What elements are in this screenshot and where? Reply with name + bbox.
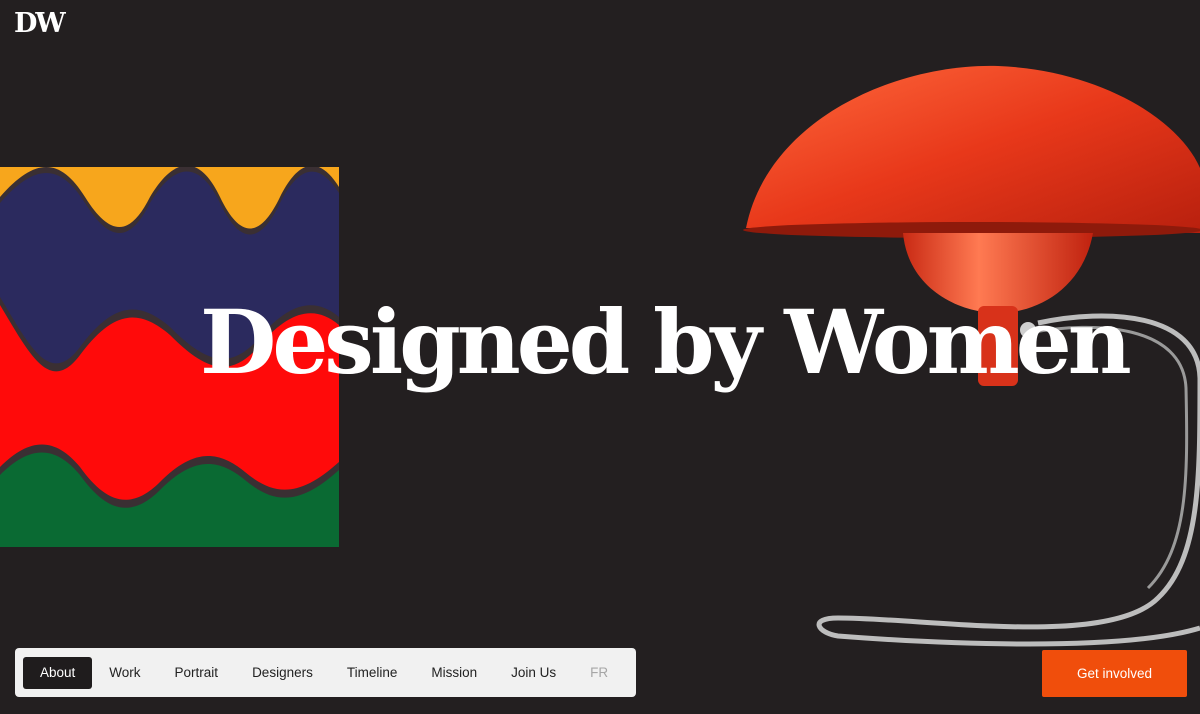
nav-item-timeline[interactable]: Timeline (330, 657, 415, 689)
nav-item-about[interactable]: About (23, 656, 93, 689)
logo[interactable]: DW (14, 10, 66, 37)
get-involved-button[interactable]: Get involved (1042, 650, 1187, 697)
page: DW Designed by Women About Work Portrait… (0, 0, 1200, 714)
main-nav: About Work Portrait Designers Timeline M… (15, 648, 636, 697)
nav-item-designers[interactable]: Designers (235, 657, 330, 689)
nav-item-mission[interactable]: Mission (414, 657, 494, 689)
nav-item-work[interactable]: Work (92, 657, 157, 689)
nav-item-portrait[interactable]: Portrait (158, 657, 236, 689)
hero-title: Designed by Women (200, 290, 1132, 394)
nav-item-join-us[interactable]: Join Us (494, 657, 573, 689)
language-toggle-fr[interactable]: FR (573, 657, 625, 689)
